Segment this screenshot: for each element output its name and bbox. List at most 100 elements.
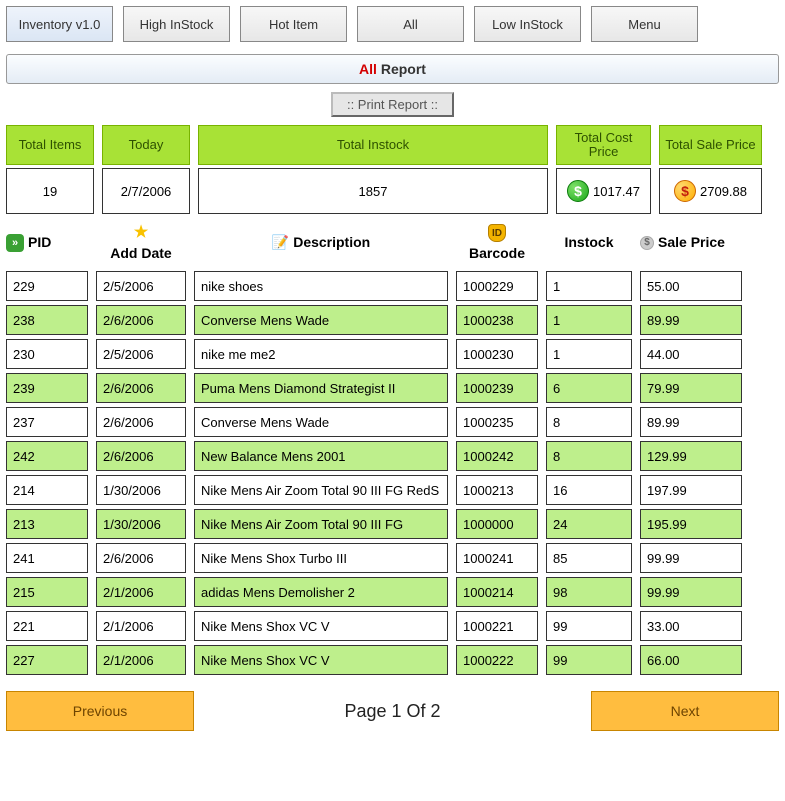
cell-sale-price: 44.00 xyxy=(640,339,742,369)
col-head-pid[interactable]: » PID xyxy=(6,224,88,261)
cell-sale-price: 195.99 xyxy=(640,509,742,539)
table-row[interactable]: 2131/30/2006Nike Mens Air Zoom Total 90 … xyxy=(6,509,779,539)
page-label: Page 1 Of 2 xyxy=(344,701,440,722)
cell-description: nike me me2 xyxy=(194,339,448,369)
cell-pid: 239 xyxy=(6,373,88,403)
cell-instock: 98 xyxy=(546,577,632,607)
cell-add-date: 1/30/2006 xyxy=(96,475,186,505)
pid-icon: » xyxy=(6,234,24,252)
col-head-add-date[interactable]: ★ Add Date xyxy=(96,224,186,261)
sale-price-icon: $ xyxy=(640,236,654,250)
cell-description: nike shoes xyxy=(194,271,448,301)
col-head-barcode[interactable]: ID Barcode xyxy=(456,224,538,261)
cell-barcode: 1000235 xyxy=(456,407,538,437)
cell-description: New Balance Mens 2001 xyxy=(194,441,448,471)
table-row[interactable]: 2392/6/2006Puma Mens Diamond Strategist … xyxy=(6,373,779,403)
data-table: 2292/5/2006nike shoes1000229155.002382/6… xyxy=(6,271,779,675)
print-report-button[interactable]: :: Print Report :: xyxy=(331,92,454,117)
table-row[interactable]: 242 2/6/2006 New Balance Mens 2001 1000242 8… xyxy=(6,441,779,471)
cell-instock: 8 xyxy=(546,441,632,471)
cell-sale-price: 89.99 xyxy=(640,305,742,335)
col-head-description[interactable]: 📝 Description xyxy=(194,224,448,261)
col-head-sale-label: Sale Price xyxy=(658,235,725,250)
col-head-instock-label: Instock xyxy=(564,235,613,250)
col-head-instock[interactable]: Instock xyxy=(546,224,632,261)
cell-instock: 1 xyxy=(546,305,632,335)
cell-sale-price: 99.99 xyxy=(640,543,742,573)
cell-barcode: 1000213 xyxy=(456,475,538,505)
cell-sale-price: 99.99 xyxy=(640,577,742,607)
cell-sale-price: 33.00 xyxy=(640,611,742,641)
cell-add-date: 2/6/2006 xyxy=(96,407,186,437)
cell-add-date: 1/30/2006 xyxy=(96,509,186,539)
cell-sale-price: 89.99 xyxy=(640,407,742,437)
cell-pid: 229 xyxy=(6,271,88,301)
col-head-barcode-label: Barcode xyxy=(469,246,525,261)
cell-description: Nike Mens Shox VC V xyxy=(194,611,448,641)
cell-barcode: 1000239 xyxy=(456,373,538,403)
cell-instock: 99 xyxy=(546,611,632,641)
cell-sale-price: 129.99 xyxy=(640,441,742,471)
dollar-green-icon: $ xyxy=(567,180,589,202)
tab-high-instock[interactable]: High InStock xyxy=(123,6,230,42)
cell-sale-price: 79.99 xyxy=(640,373,742,403)
tab-all[interactable]: All xyxy=(357,6,464,42)
summary-values-row: 19 2/7/2006 1857 $ 1017.47 $ 2709.88 xyxy=(6,168,779,214)
summary-head-total-items: Total Items xyxy=(6,125,94,165)
table-row[interactable]: 2302/5/2006nike me me21000230144.00 xyxy=(6,339,779,369)
cell-pid: 221 xyxy=(6,611,88,641)
cell-instock: 99 xyxy=(546,645,632,675)
table-row[interactable]: 2152/1/2006adidas Mens Demolisher 210002… xyxy=(6,577,779,607)
cell-instock: 1 xyxy=(546,339,632,369)
table-row[interactable]: 2272/1/2006Nike Mens Shox VC V1000222996… xyxy=(6,645,779,675)
dollar-gold-icon: $ xyxy=(674,180,696,202)
cell-barcode: 1000242 xyxy=(456,441,538,471)
tab-hot-item[interactable]: Hot Item xyxy=(240,6,347,42)
summary-head-total-sale: Total Sale Price xyxy=(659,125,762,165)
cell-instock: 24 xyxy=(546,509,632,539)
tab-low-instock[interactable]: Low InStock xyxy=(474,6,581,42)
cell-pid: 215 xyxy=(6,577,88,607)
summary-val-total-items: 19 xyxy=(6,168,94,214)
cell-pid: 238 xyxy=(6,305,88,335)
table-row[interactable]: 2412/6/2006Nike Mens Shox Turbo III10002… xyxy=(6,543,779,573)
cell-description: Converse Mens Wade xyxy=(194,305,448,335)
cell-instock: 85 xyxy=(546,543,632,573)
column-headers: » PID ★ Add Date 📝 Description ID Barcod… xyxy=(6,224,779,261)
cell-pid: 242 xyxy=(6,441,88,471)
summary-val-total-sale: $ 2709.88 xyxy=(659,168,762,214)
cell-instock: 6 xyxy=(546,373,632,403)
cell-add-date: 2/6/2006 xyxy=(96,441,186,471)
cell-description: Nike Mens Shox Turbo III xyxy=(194,543,448,573)
next-button[interactable]: Next xyxy=(591,691,779,731)
cell-add-date: 2/5/2006 xyxy=(96,339,186,369)
description-icon: 📝 xyxy=(272,235,289,250)
table-row[interactable]: 2292/5/2006nike shoes1000229155.00 xyxy=(6,271,779,301)
table-row[interactable]: 2141/30/2006Nike Mens Air Zoom Total 90 … xyxy=(6,475,779,505)
col-head-sale-price[interactable]: $ Sale Price xyxy=(640,224,742,261)
cell-add-date: 2/1/2006 xyxy=(96,645,186,675)
cell-sale-price: 66.00 xyxy=(640,645,742,675)
barcode-icon: ID xyxy=(488,224,506,242)
previous-button[interactable]: Previous xyxy=(6,691,194,731)
tab-bar: Inventory v1.0 High InStock Hot Item All… xyxy=(6,6,779,42)
cell-add-date: 2/1/2006 xyxy=(96,611,186,641)
cell-instock: 1 xyxy=(546,271,632,301)
table-row[interactable]: 2212/1/2006Nike Mens Shox VC V1000221993… xyxy=(6,611,779,641)
report-title-prefix: All xyxy=(359,61,377,77)
cell-pid: 214 xyxy=(6,475,88,505)
table-row[interactable]: 238 2/6/2006 Converse Mens Wade 1000238 1 89.… xyxy=(6,305,779,335)
cell-add-date: 2/5/2006 xyxy=(96,271,186,301)
cell-barcode: 1000229 xyxy=(456,271,538,301)
print-row: :: Print Report :: xyxy=(6,92,779,117)
table-row[interactable]: 2372/6/2006Converse Mens Wade1000235889.… xyxy=(6,407,779,437)
tab-menu[interactable]: Menu xyxy=(591,6,698,42)
pager-row: Previous Page 1 Of 2 Next xyxy=(6,691,779,731)
tab-inventory[interactable]: Inventory v1.0 xyxy=(6,6,113,42)
cell-barcode: 1000238 xyxy=(456,305,538,335)
cell-pid: 213 xyxy=(6,509,88,539)
summary-val-total-cost-text: 1017.47 xyxy=(593,184,640,199)
cell-barcode: 1000000 xyxy=(456,509,538,539)
cell-pid: 237 xyxy=(6,407,88,437)
cell-add-date: 2/6/2006 xyxy=(96,305,186,335)
